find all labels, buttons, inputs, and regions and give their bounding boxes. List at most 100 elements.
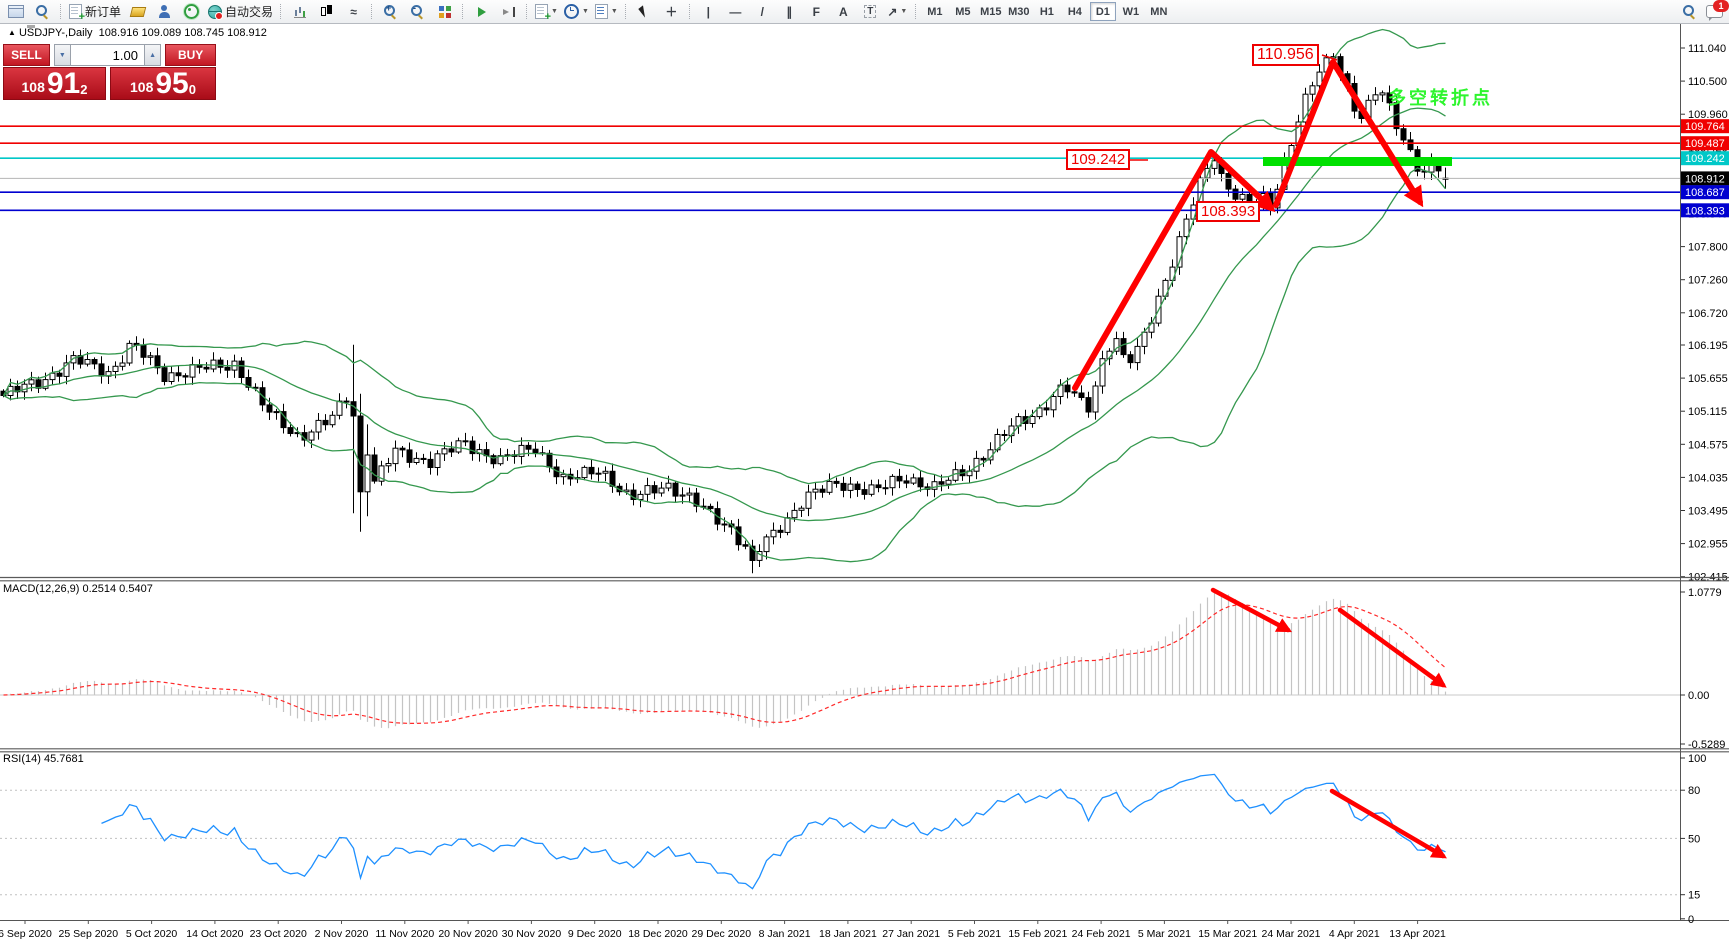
volume-down-button[interactable]: ▼ <box>54 44 71 66</box>
svg-text:108.687: 108.687 <box>1685 187 1725 199</box>
gold-button[interactable] <box>124 1 151 22</box>
buy-button[interactable]: BUY <box>165 44 216 66</box>
timeframe-D1[interactable]: D1 <box>1090 2 1116 21</box>
chart-title: ▲ USDJPY-,Daily 108.916 109.089 108.745 … <box>8 27 267 39</box>
resistance-price-label[interactable]: 109.242 <box>1066 149 1130 170</box>
candle-chart-button[interactable] <box>313 1 340 22</box>
label-button[interactable]: T <box>857 1 884 22</box>
macd-arrow-2[interactable] <box>1340 610 1443 685</box>
peak-price-label[interactable]: 110.956 <box>1252 44 1319 66</box>
price-badge-108.912: 108.912 <box>1681 171 1729 185</box>
toolbar-separator <box>462 4 464 19</box>
sell-button[interactable]: SELL <box>3 44 50 66</box>
toolbar-right: 1 <box>1683 2 1723 21</box>
period-button[interactable]: ▼ <box>561 1 592 22</box>
timeframe-M5[interactable]: M5 <box>950 2 976 21</box>
toolbar-groups: 新订单自动交易≈+-▼▼▼＋|—/∥FAT↗▼M1M5M15M30H1H4D1W… <box>0 0 1173 23</box>
main-toolbar: 新订单自动交易≈+-▼▼▼＋|—/∥FAT↗▼M1M5M15M30H1H4D1W… <box>0 0 1729 24</box>
volume-input[interactable]: 1.00 <box>71 44 144 66</box>
indicators-icon <box>535 4 548 19</box>
svg-text:18 Dec 2020: 18 Dec 2020 <box>628 928 688 940</box>
rsi-arrow-1[interactable] <box>1332 791 1443 856</box>
timeframe-H1[interactable]: H1 <box>1034 2 1060 21</box>
svg-text:18 Jan 2021: 18 Jan 2021 <box>819 928 877 940</box>
charts-window-button[interactable] <box>2 1 29 22</box>
new-order-icon <box>69 4 82 19</box>
pane-separators[interactable] <box>0 578 1729 752</box>
zoom-window-button[interactable] <box>29 1 56 22</box>
signals-button[interactable] <box>178 1 205 22</box>
svg-text:108.912: 108.912 <box>1685 173 1725 185</box>
timeframe-MN[interactable]: MN <box>1146 2 1172 21</box>
hline-button[interactable]: — <box>722 1 749 22</box>
svg-text:30 Nov 2020: 30 Nov 2020 <box>502 928 562 940</box>
svg-text:105.115: 105.115 <box>1688 406 1727 418</box>
auto-scroll-button[interactable] <box>468 1 495 22</box>
trader-icon <box>158 5 171 18</box>
text-icon: A <box>839 5 848 19</box>
toolbar-separator <box>280 4 282 19</box>
buy-price[interactable]: 108 95 0 <box>110 67 216 100</box>
fibonacci-button[interactable]: F <box>803 1 830 22</box>
macd-axis-label: -0.5289 <box>1688 739 1725 751</box>
macd-arrow-1[interactable] <box>1213 590 1288 630</box>
timeframe-M30[interactable]: M30 <box>1006 2 1032 21</box>
svg-text:25 Sep 2020: 25 Sep 2020 <box>59 928 119 940</box>
template-button[interactable]: ▼ <box>592 1 621 22</box>
zoom-in-button[interactable]: + <box>377 1 404 22</box>
zoom-out-button[interactable]: - <box>404 1 431 22</box>
notifications-icon[interactable]: 1 <box>1706 5 1723 18</box>
svg-text:8 Jan 2021: 8 Jan 2021 <box>759 928 811 940</box>
tile-windows-button[interactable] <box>431 1 458 22</box>
vline-button[interactable]: | <box>695 1 722 22</box>
timeframe-M15[interactable]: M15 <box>978 2 1004 21</box>
price-badge-108.393: 108.393 <box>1681 203 1729 217</box>
macd-indicator-label: MACD(12,26,9) 0.2514 0.5407 <box>3 583 153 595</box>
auto-scroll-icon <box>478 7 486 17</box>
trader-button[interactable] <box>151 1 178 22</box>
timeframe-M1[interactable]: M1 <box>922 2 948 21</box>
svg-text:5 Mar 2021: 5 Mar 2021 <box>1138 928 1191 940</box>
bar-chart-button[interactable] <box>286 1 313 22</box>
volume-up-button[interactable]: ▲ <box>144 44 161 66</box>
chart-shift-button[interactable] <box>495 1 522 22</box>
dropdown-arrow-icon: ▼ <box>551 8 558 15</box>
svg-text:15 Mar 2021: 15 Mar 2021 <box>1198 928 1257 940</box>
line-chart-button[interactable]: ≈ <box>340 1 367 22</box>
turning-point-note[interactable]: 多空转折点 <box>1388 84 1493 110</box>
cursor-button[interactable] <box>631 1 658 22</box>
svg-text:20 Nov 2020: 20 Nov 2020 <box>438 928 498 940</box>
trendline-icon: / <box>761 5 764 19</box>
channel-button[interactable]: ∥ <box>776 1 803 22</box>
macd-axis-label: 0.00 <box>1688 690 1709 702</box>
svg-text:11 Nov 2020: 11 Nov 2020 <box>375 928 434 940</box>
dropdown-arrow-icon: ▼ <box>582 8 589 15</box>
buy-price-figure: 108 <box>130 79 153 95</box>
svg-text:110.500: 110.500 <box>1688 76 1727 88</box>
buy-price-pips: 95 <box>155 71 188 97</box>
auto-trading-button[interactable]: 自动交易 <box>205 1 276 22</box>
period-icon <box>564 4 579 19</box>
timeframe-W1[interactable]: W1 <box>1118 2 1144 21</box>
text-button[interactable]: A <box>830 1 857 22</box>
crosshair-button[interactable]: ＋ <box>658 1 685 22</box>
buy-price-point: 0 <box>189 82 196 97</box>
support-price-label[interactable]: 108.393 <box>1196 201 1260 222</box>
new-order-icon-label: 新订单 <box>85 3 121 20</box>
timeframe-H4[interactable]: H4 <box>1062 2 1088 21</box>
new-order-button[interactable]: 新订单 <box>66 1 124 22</box>
hline-icon: — <box>729 5 741 19</box>
trading-chart[interactable]: 111.040110.500109.960109.420108.880108.3… <box>0 0 1729 946</box>
application-window: 新订单自动交易≈+-▼▼▼＋|—/∥FAT↗▼M1M5M15M30H1H4D1W… <box>0 0 1729 946</box>
toolbar-separator <box>625 4 627 19</box>
sell-price[interactable]: 108 91 2 <box>3 67 106 100</box>
svg-text:106.195: 106.195 <box>1688 340 1728 352</box>
trendline-button[interactable]: / <box>749 1 776 22</box>
svg-text:24 Feb 2021: 24 Feb 2021 <box>1072 928 1131 940</box>
search-icon[interactable] <box>1683 5 1696 18</box>
svg-text:108.393: 108.393 <box>1685 205 1725 217</box>
arrows-button[interactable]: ↗▼ <box>884 1 911 22</box>
indicators-button[interactable]: ▼ <box>532 1 561 22</box>
candle-chart-icon <box>320 5 333 18</box>
rsi-axis-label: 100 <box>1688 753 1706 765</box>
